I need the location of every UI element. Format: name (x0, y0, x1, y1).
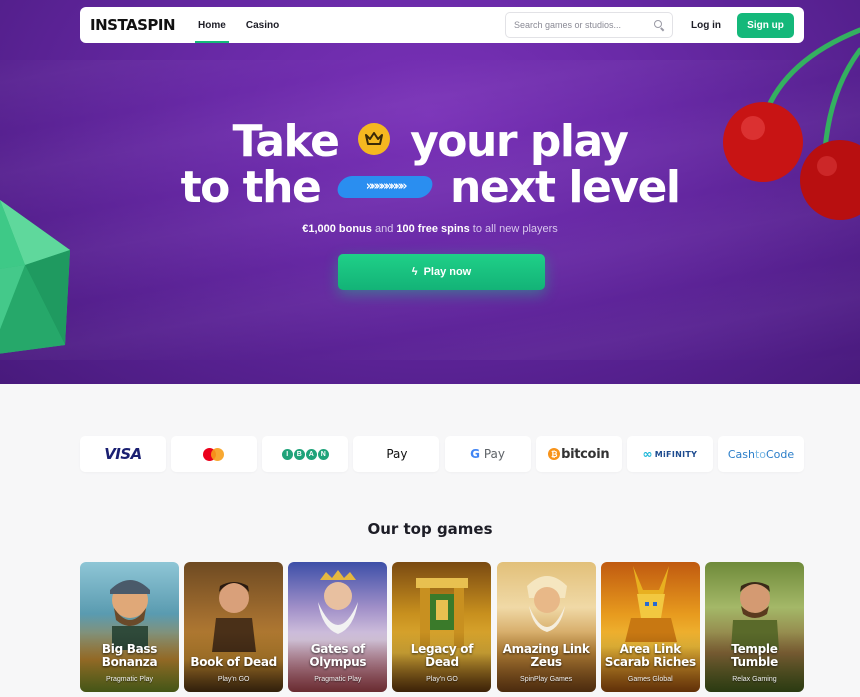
payment-google-pay: G Pay (444, 436, 531, 472)
bitcoin-icon: ₿ (548, 448, 561, 460)
game-card[interactable]: Gates of Olympus Pragmatic Play (288, 562, 388, 692)
payment-apple-pay: Pay (353, 436, 440, 472)
top-games-row: Big Bass Bonanza Pragmatic Play Book of … (80, 562, 804, 692)
game-studio: Pragmatic Play (105, 676, 154, 683)
hero-subline: €1,000 bonus and 100 free spins to all n… (0, 223, 860, 235)
hero-banner: Take your play to the »»»»»»»» next leve… (0, 0, 860, 384)
game-card[interactable]: Temple Tumble Relax Gaming (704, 562, 804, 692)
payment-visa: VISA (80, 436, 166, 472)
game-card[interactable]: Legacy of Dead Play'n GO (392, 562, 492, 692)
iban-letter: A (305, 448, 317, 460)
iban-logo: I B A N (281, 448, 329, 460)
subline-and: and (371, 223, 397, 235)
payment-mastercard (171, 436, 258, 472)
bolt-icon: ϟ (411, 266, 418, 278)
game-card[interactable]: Big Bass Bonanza Pragmatic Play (80, 562, 179, 692)
game-studio: Play'n GO (426, 676, 458, 683)
cashtocode-logo: CashtoCode (728, 448, 794, 461)
arrows-glyphs: »»»»»»»» (365, 179, 405, 194)
subline-rest: to all new players (469, 223, 558, 235)
game-card[interactable]: Amazing Link Zeus SpinPlay Games (496, 562, 596, 692)
bitcoin-text: bitcoin (561, 446, 610, 462)
nav-casino-link[interactable]: Casino (243, 7, 282, 43)
apple-pay-text: Pay (386, 447, 408, 461)
iban-letter: N (317, 448, 329, 460)
payment-cashtocode: CashtoCode (717, 436, 804, 472)
game-studio: Pragmatic Play (314, 676, 362, 683)
crown-icon (358, 123, 391, 155)
free-spins: 100 free spins (396, 223, 470, 235)
google-pay-text: Pay (480, 447, 505, 461)
mifinity-text: MiFINITY (654, 449, 698, 459)
headline-next-level: next level (450, 162, 681, 213)
infinity-icon: ∞ (642, 447, 653, 461)
headline-take: Take (232, 116, 340, 167)
emerald-gem-decoration (0, 200, 70, 354)
top-navbar: INSTASPIN Home Casino Log in Sign up (80, 7, 804, 43)
logo-text: INSTASPIN (90, 16, 176, 34)
nav-links: Home Casino (195, 7, 296, 43)
apple-pay-logo: Pay (385, 447, 407, 461)
arrows-icon: »»»»»»»» (335, 176, 436, 198)
search-icon[interactable] (654, 20, 664, 30)
hero-headline-line-2: to the »»»»»»»» next level (0, 165, 860, 211)
signup-button[interactable]: Sign up (737, 12, 794, 38)
play-now-label: Play now (423, 266, 472, 278)
bonus-amount: €1,000 bonus (302, 223, 372, 235)
game-title: Legacy of Dead (410, 642, 474, 669)
headline-your-play: your play (410, 116, 629, 167)
payment-bitcoin: ₿ bitcoin (535, 436, 622, 472)
game-studio: Relax Gaming (732, 676, 777, 683)
game-studio: SpinPlay Games (520, 676, 573, 683)
bitcoin-logo: ₿ bitcoin (548, 446, 610, 462)
game-title: Big Bass Bonanza (101, 642, 158, 669)
cashto-code: Code (765, 447, 795, 461)
game-card[interactable]: Area Link Scarab Riches Games Global (600, 562, 700, 692)
nav-home-link[interactable]: Home (195, 7, 229, 43)
headline-to-the: to the (180, 162, 322, 213)
payment-iban: I B A N (262, 436, 349, 472)
game-title: Area Link Scarab Riches (604, 642, 696, 669)
google-g-icon: G (470, 447, 480, 461)
search-input[interactable] (514, 20, 644, 30)
cashto-cash: Cash (727, 447, 755, 461)
top-games-heading: Our top games (367, 520, 493, 538)
game-card[interactable]: Book of Dead Play'n GO (184, 562, 284, 692)
iban-letter: B (293, 448, 305, 460)
game-studio: Games Global (627, 676, 673, 683)
google-pay-logo: G Pay (470, 447, 505, 461)
payment-mifinity: ∞ MiFINITY (626, 436, 713, 472)
mastercard-icon (203, 447, 225, 461)
payment-methods-row: VISA I B A N Pay G Pay ₿ bitcoin ∞ MiFINIT… (80, 436, 804, 472)
play-now-button[interactable]: ϟ Play now (338, 254, 545, 290)
game-studio: Play'n GO (217, 676, 250, 683)
iban-letter: I (281, 448, 293, 460)
mifinity-logo: ∞ MiFINITY (642, 447, 697, 461)
game-title: Amazing Link Zeus (502, 642, 590, 669)
login-button[interactable]: Log in (691, 20, 721, 31)
cashto-to: to (754, 447, 766, 461)
anubis-figure (624, 566, 677, 642)
game-title: Gates of Olympus (309, 642, 367, 669)
game-title: Book of Dead (190, 655, 277, 669)
search-box[interactable] (505, 12, 673, 38)
visa-logo: VISA (104, 445, 142, 463)
instaspin-logo[interactable]: INSTASPIN (90, 16, 176, 34)
hero-headline-line-1: Take your play (0, 119, 860, 165)
game-title: Temple Tumble (730, 642, 778, 669)
